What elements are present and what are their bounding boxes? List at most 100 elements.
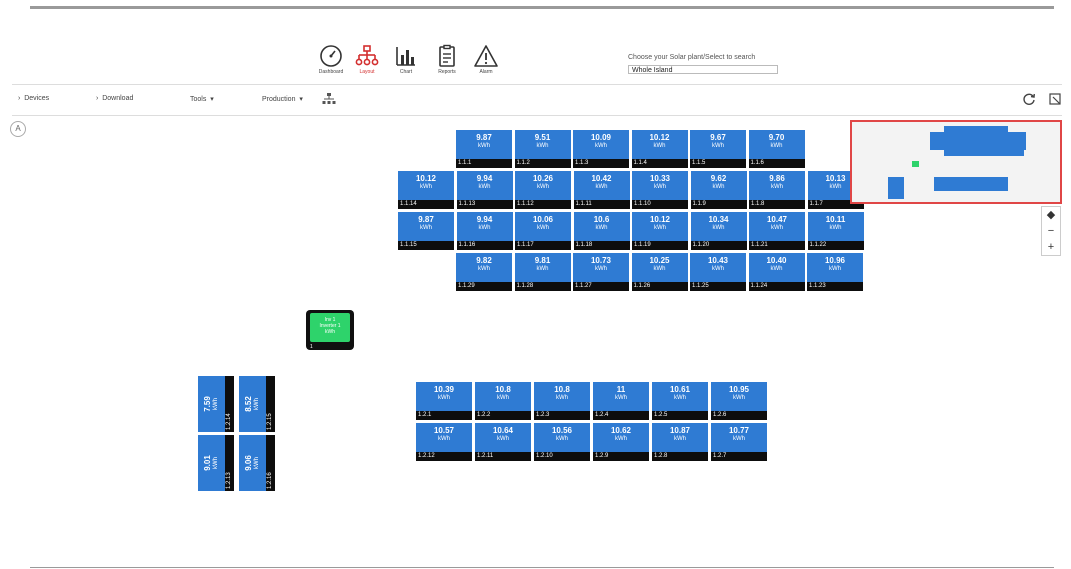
solar-panel[interactable]: 10.61 kWh 1.2.5 <box>652 382 708 420</box>
solar-panel[interactable]: 10.47 kWh 1.1.21 <box>749 212 805 250</box>
solar-panel[interactable]: 9.86 kWh 1.1.8 <box>749 171 805 209</box>
solar-panel[interactable]: 10.96 kWh 1.1.23 <box>807 253 863 291</box>
nav-layout[interactable]: Layout <box>347 44 387 75</box>
panel-id: 1.1.14 <box>398 200 454 209</box>
fit-screen-icon[interactable] <box>1048 92 1062 106</box>
panel-rotated-face: 9.01 kWh 1.2.13 <box>198 435 234 491</box>
production-dropdown[interactable]: Production ▾ <box>262 95 303 103</box>
panel-unit: kWh <box>478 266 490 272</box>
solar-panel[interactable]: 9.94 kWh 1.1.13 <box>456 171 513 209</box>
nav-reports[interactable]: Reports <box>427 44 467 75</box>
solar-panel-vertical[interactable]: 9.06 kWh 1.2.16 <box>239 435 275 491</box>
zoom-in-button[interactable]: + <box>1042 239 1060 255</box>
solar-panel[interactable]: 10.06 kWh 1.1.17 <box>515 212 571 250</box>
solar-panel[interactable]: 10.57 kWh 1.2.12 <box>416 423 472 461</box>
solar-panel[interactable]: 10.62 kWh 1.2.9 <box>593 423 649 461</box>
solar-panel[interactable]: 9.87 kWh 1.1.1 <box>456 130 512 168</box>
nav-chart[interactable]: Chart <box>386 44 426 75</box>
panel-unit: kWh <box>478 143 490 149</box>
inverter-line3: kWh <box>325 329 335 335</box>
nav-alarm[interactable]: Alarm <box>466 44 506 75</box>
refresh-icon[interactable] <box>1022 92 1036 106</box>
solar-panel[interactable]: 10.87 kWh 1.2.8 <box>652 423 708 461</box>
hierarchy-icon[interactable] <box>322 92 336 106</box>
solar-panel[interactable]: 10.11 kWh 1.1.22 <box>807 212 864 250</box>
solar-panel[interactable]: 10.95 kWh 1.2.6 <box>711 382 767 420</box>
panel-unit: kWh <box>771 225 783 231</box>
panel-value: 10.09 <box>590 133 612 142</box>
solar-panel[interactable]: 9.81 kWh 1.1.28 <box>514 253 571 291</box>
panel-value: 10.62 <box>610 426 632 435</box>
panel-id: 1.1.5 <box>690 159 746 168</box>
solar-panel-vertical[interactable]: 7.59 kWh 1.2.14 <box>198 376 234 432</box>
solar-panel[interactable]: 10.12 kWh 1.1.4 <box>631 130 688 168</box>
solar-panel[interactable]: 9.62 kWh 1.1.9 <box>690 171 747 209</box>
solar-panel[interactable]: 10.64 kWh 1.2.11 <box>475 423 531 461</box>
panel-unit: kWh <box>615 395 627 401</box>
panel-value: 8.52 <box>244 396 253 412</box>
solar-panel[interactable]: 10.33 kWh 1.1.10 <box>632 171 688 209</box>
tools-label: Tools <box>190 96 207 103</box>
solar-panel[interactable]: 10.8 kWh 1.2.2 <box>475 382 531 420</box>
solar-panel[interactable]: 10.6 kWh 1.1.18 <box>573 212 630 250</box>
panel-unit: kWh <box>497 436 509 442</box>
panel-unit: kWh <box>556 395 568 401</box>
solar-panel[interactable]: 10.09 kWh 1.1.3 <box>573 130 629 168</box>
panel-value: 10.43 <box>707 256 729 265</box>
panel-unit: kWh <box>653 266 666 272</box>
solar-panel[interactable]: 10.34 kWh 1.1.20 <box>690 212 747 250</box>
minimap[interactable] <box>850 120 1062 204</box>
plant-selector-input[interactable]: Whole Island <box>628 65 778 74</box>
panel-value: 10.06 <box>532 215 554 224</box>
panel-id: 1.1.17 <box>515 241 571 250</box>
solar-panel[interactable]: 10.39 kWh 1.2.1 <box>416 382 472 420</box>
download-button[interactable]: › Download <box>96 95 133 102</box>
solar-panel[interactable]: 10.73 kWh 1.1.27 <box>573 253 629 291</box>
download-label: Download <box>102 95 134 102</box>
zoom-out-button[interactable]: − <box>1042 223 1060 239</box>
solar-panel[interactable]: 9.94 kWh 1.1.16 <box>456 212 513 250</box>
solar-panel[interactable]: 9.67 kWh 1.1.5 <box>690 130 746 168</box>
compass-icon[interactable]: A <box>10 121 26 137</box>
panel-id: 1.2.12 <box>416 452 472 461</box>
solar-panel[interactable]: 10.42 kWh 1.1.11 <box>573 171 630 209</box>
solar-panel[interactable]: 9.82 kWh 1.1.29 <box>456 253 512 291</box>
panel-value: 10.56 <box>551 426 573 435</box>
solar-panel[interactable]: 10.77 kWh 1.2.7 <box>711 423 767 461</box>
solar-panel[interactable]: 10.56 kWh 1.2.10 <box>534 423 590 461</box>
panel-unit: kWh <box>254 457 260 469</box>
solar-panel[interactable]: 10.12 kWh 1.1.19 <box>632 212 688 250</box>
solar-panel[interactable]: 9.51 kWh 1.1.2 <box>514 130 571 168</box>
plant-selector-label: Choose your Solar plant/Select to search <box>628 54 756 61</box>
solar-panel[interactable]: 10.8 kWh 1.2.3 <box>534 382 590 420</box>
minimap-array-3 <box>888 177 904 199</box>
panel-unit: kWh <box>615 436 627 442</box>
nav-chart-label: Chart <box>399 69 413 75</box>
solar-panel[interactable]: 10.26 kWh 1.1.12 <box>515 171 571 209</box>
nav-dashboard[interactable]: Dashboard <box>311 44 351 75</box>
inverter[interactable]: Inv 1 Inverter 1 kWh 1 <box>306 310 354 350</box>
nav-layout-label: Layout <box>359 69 375 75</box>
solar-panel[interactable]: 10.40 kWh 1.1.24 <box>748 253 805 291</box>
panel-value: 10.34 <box>708 215 729 224</box>
solar-panel[interactable]: 10.12 kWh 1.1.14 <box>398 171 454 209</box>
zoom-reset-button[interactable]: ◆ <box>1042 207 1060 223</box>
panel-value: 10.96 <box>824 256 846 265</box>
tools-dropdown[interactable]: Tools ▾ <box>190 95 214 103</box>
solar-panel[interactable]: 11 kWh 1.2.4 <box>593 382 649 420</box>
panel-value: 10.12 <box>415 174 437 183</box>
solar-panel[interactable]: 9.87 kWh 1.1.15 <box>398 212 454 250</box>
panel-id: 1.1.6 <box>748 159 805 168</box>
bar-chart-icon <box>396 47 415 66</box>
panel-id: 1.1.1 <box>456 159 512 168</box>
devices-button[interactable]: › Devices <box>18 95 49 102</box>
panel-unit: kWh <box>712 143 724 149</box>
panel-id: 1.2.2 <box>475 411 531 420</box>
solar-panel[interactable]: 10.25 kWh 1.1.26 <box>631 253 688 291</box>
solar-panel[interactable]: 9.70 kWh 1.1.6 <box>748 130 805 168</box>
solar-panel-vertical[interactable]: 9.01 kWh 1.2.13 <box>198 435 234 491</box>
solar-panel-vertical[interactable]: 8.52 kWh 1.2.15 <box>239 376 275 432</box>
solar-panel[interactable]: 10.43 kWh 1.1.25 <box>690 253 746 291</box>
panel-value: 10.25 <box>649 256 670 265</box>
panel-unit: kWh <box>674 395 686 401</box>
